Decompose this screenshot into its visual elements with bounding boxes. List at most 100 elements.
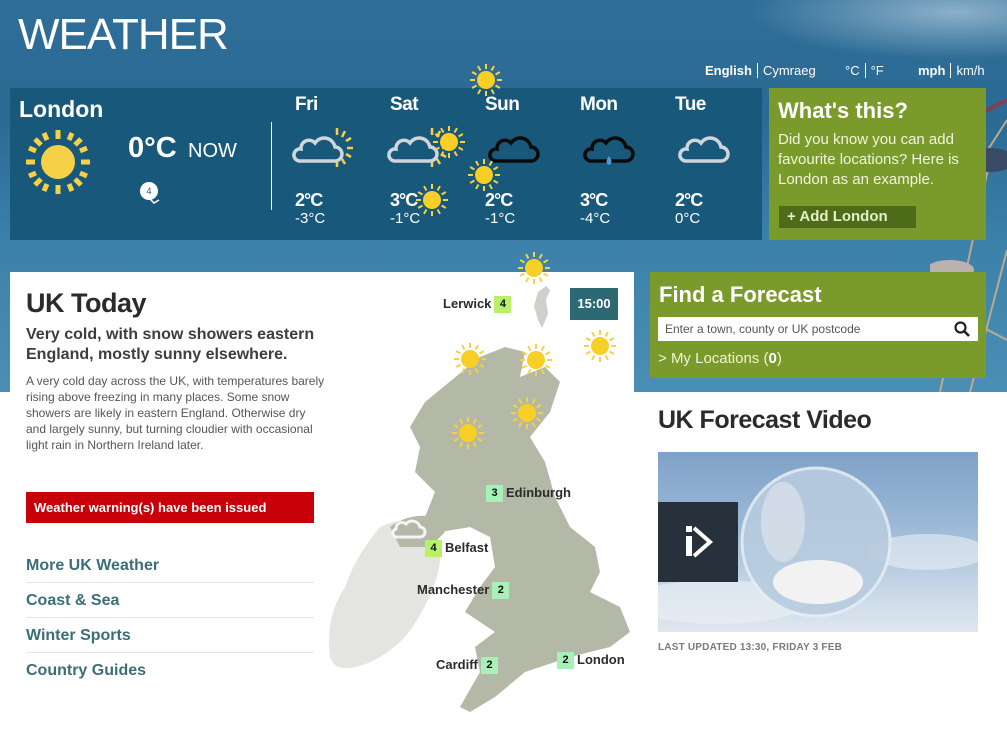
city-name: Manchester (417, 582, 490, 597)
uk-today-title: UK Today (26, 288, 147, 318)
map-city-edinburgh[interactable]: 3 Edinburgh (483, 485, 571, 503)
my-locations-link[interactable]: > My Locations (0) (658, 350, 782, 367)
now-label: NOW (188, 140, 237, 162)
city-temp: 4 (425, 540, 442, 558)
high-temperature: 3°C (580, 190, 608, 210)
high-temperature: 3°C (390, 190, 418, 210)
map-sun-icon (416, 184, 448, 216)
sun-icon (26, 130, 90, 194)
low-temperature: -4°C (580, 210, 611, 227)
map-sun-icon (511, 397, 543, 429)
divider (756, 63, 758, 78)
link-winter-sports[interactable]: Winter Sports (26, 618, 314, 653)
map-time-badge[interactable]: 15:00 (570, 288, 618, 320)
uk-links-list: More UK Weather Coast & Sea Winter Sport… (26, 548, 314, 688)
day-name: Tue (675, 94, 706, 115)
weather-warning-banner[interactable]: Weather warning(s) have been issued (26, 492, 314, 523)
city-temp: 2 (492, 582, 510, 600)
high-temperature: 2°C (485, 190, 513, 210)
whats-this-panel: What's this? Did you know you can add fa… (769, 88, 986, 240)
link-country-guides[interactable]: Country Guides (26, 653, 314, 688)
my-locations-label: My Locations ( (670, 350, 769, 367)
light-rain-icon (583, 136, 635, 165)
divider (271, 122, 272, 210)
forecast-day[interactable]: Sat 3°C -1°C (387, 94, 470, 227)
cloud-decoration (747, 0, 1007, 60)
map-sun-icon (470, 64, 502, 96)
forecast-video-player[interactable] (658, 452, 978, 632)
location-forecast-panel: London 0°C NOW 4 Fri 2°C -3°C Sat 3°C -1… (10, 88, 762, 240)
city-temp: 2 (480, 657, 498, 675)
map-sun-icon (452, 417, 484, 449)
divider (950, 63, 952, 78)
city-temp: 2 (557, 652, 574, 670)
high-temperature: 2°C (295, 190, 323, 210)
forecast-day[interactable]: Mon 3°C -4°C (580, 94, 660, 227)
city-name: Lerwick (443, 296, 492, 311)
map-sun-icon (468, 159, 500, 191)
light-cloud-icon (678, 136, 730, 163)
speed-unit-switch: mph km/h (918, 63, 985, 78)
map-sun-icon (584, 330, 616, 362)
sunny-intervals-icon (292, 128, 353, 167)
shetland-landmass (534, 286, 550, 328)
play-icon (686, 526, 714, 558)
play-button[interactable] (658, 502, 738, 582)
link-coast-sea[interactable]: Coast & Sea (26, 583, 314, 618)
map-city-cardiff[interactable]: Cardiff 2 (436, 657, 501, 675)
map-sun-icon (520, 344, 552, 376)
city-temp: 4 (494, 296, 512, 314)
uk-today-panel: UK Today Very cold, with snow showers ea… (10, 64, 634, 729)
whats-this-title: What's this? (778, 98, 908, 123)
language-cymraeg[interactable]: Cymraeg (763, 63, 816, 78)
low-temperature: 0°C (675, 210, 701, 227)
uk-today-summary: Very cold, with snow showers eastern Eng… (26, 326, 315, 363)
low-temperature: -1°C (485, 210, 516, 227)
map-city-manchester[interactable]: Manchester 2 (417, 582, 512, 600)
my-locations-close: ) (776, 350, 782, 367)
temperature-unit-switch: °C °F (845, 63, 884, 78)
day-name: Fri (295, 94, 318, 115)
find-forecast-title: Find a Forecast (659, 282, 822, 307)
day-name: Sat (390, 94, 419, 115)
video-last-updated: LAST UPDATED 13:30, FRIDAY 3 FEB (658, 642, 843, 653)
map-city-london[interactable]: 2 London (554, 652, 625, 670)
map-sun-icon (518, 252, 550, 284)
location-name[interactable]: London (19, 96, 103, 123)
map-city-belfast[interactable]: 4 Belfast (422, 540, 489, 558)
current-temperature: 0°C (128, 132, 177, 164)
search-box (658, 317, 978, 341)
uk-today-body: A very cold day across the UK, with temp… (26, 374, 325, 452)
city-name: Cardiff (436, 657, 478, 672)
language-switch: English Cymraeg (705, 63, 816, 78)
search-icon[interactable] (954, 321, 970, 337)
city-name: Edinburgh (506, 485, 571, 500)
language-english[interactable]: English (705, 63, 752, 78)
unit-fahrenheit[interactable]: °F (871, 63, 884, 78)
unit-celsius[interactable]: °C (845, 63, 860, 78)
forecast-day[interactable]: Fri 2°C -3°C (292, 94, 375, 227)
city-name: London (577, 652, 625, 667)
unit-kmh[interactable]: km/h (956, 63, 984, 78)
find-forecast-panel: Find a Forecast > My Locations (0) (650, 272, 986, 378)
city-name: Belfast (445, 540, 489, 555)
low-temperature: -3°C (295, 210, 326, 227)
unit-mph[interactable]: mph (918, 63, 945, 78)
page-title: WEATHER (18, 10, 229, 59)
forecast-day[interactable]: Sun 2°C -1°C (485, 94, 565, 227)
high-temperature: 2°C (675, 190, 703, 210)
chevron-right-icon: > (658, 350, 671, 367)
link-more-uk-weather[interactable]: More UK Weather (26, 548, 314, 583)
map-sun-icon (454, 343, 486, 375)
video-title: UK Forecast Video (658, 406, 872, 434)
day-name: Sun (485, 94, 520, 115)
forecast-day[interactable]: Tue 2°C 0°C (675, 94, 755, 227)
map-city-lerwick[interactable]: Lerwick 4 (443, 296, 514, 314)
my-locations-count: 0 (768, 350, 777, 367)
location-search-input[interactable] (658, 317, 938, 341)
divider (864, 63, 866, 78)
city-temp: 3 (486, 485, 503, 503)
day-name: Mon (580, 94, 618, 115)
add-london-button[interactable]: + Add London (779, 206, 916, 228)
map-sun-icon (433, 126, 465, 158)
